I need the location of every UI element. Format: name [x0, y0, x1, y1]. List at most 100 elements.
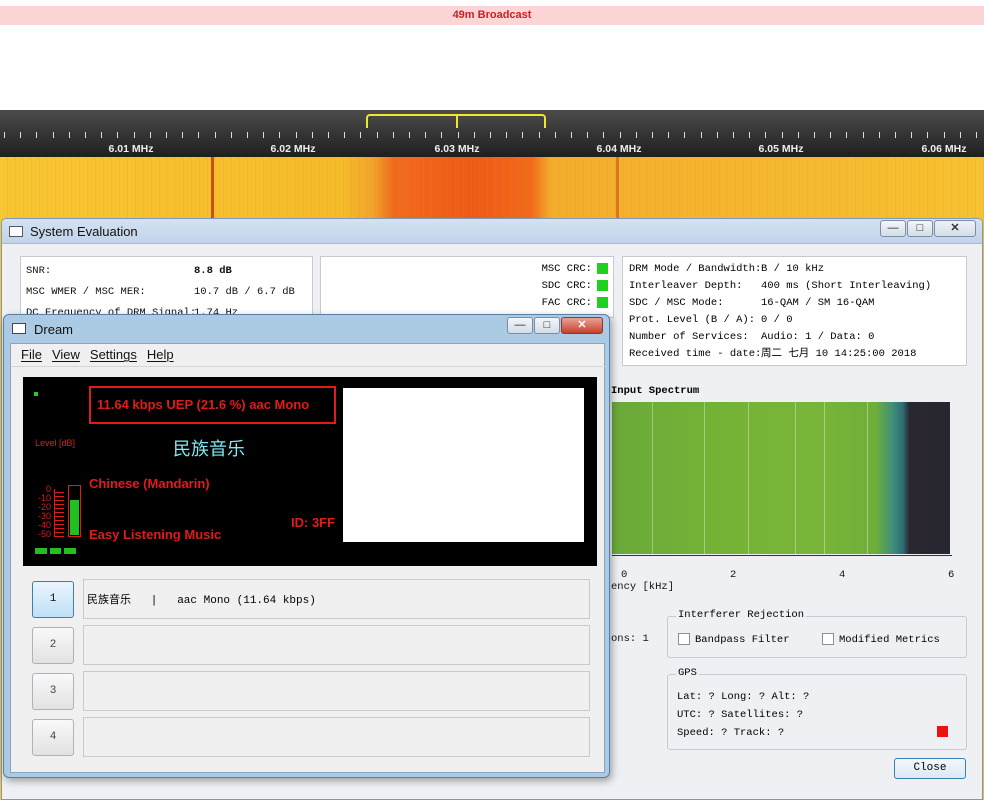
info-value: Audio: 1 / Data: 0: [761, 331, 875, 343]
tune-marker[interactable]: [456, 114, 458, 128]
interferer-group: Interferer Rejection Bandpass Filter Mod…: [667, 609, 967, 658]
ruler-tick: [960, 132, 961, 138]
menu-view[interactable]: View: [49, 344, 87, 366]
menu-file[interactable]: File: [18, 344, 49, 366]
frequency-ruler[interactable]: 6.01 MHz 6.02 MHz 6.03 MHz 6.04 MHz 6.05…: [0, 110, 984, 157]
service-id-label: ID: 3FF: [291, 515, 336, 530]
ruler-tick: [684, 132, 685, 138]
services-fragment: ons: 1: [611, 633, 649, 645]
band-label: 49m Broadcast: [0, 6, 984, 25]
spectrum-xlabel: ency [kHz]: [611, 581, 675, 593]
close-window-button[interactable]: ✕: [934, 220, 976, 237]
ruler-tick: [474, 132, 475, 138]
ruler-tick: [53, 132, 54, 138]
level-meter: [68, 485, 81, 537]
ruler-tick: [506, 132, 507, 138]
service-button-3[interactable]: 3: [32, 673, 74, 710]
ruler-tick: [198, 132, 199, 138]
gps-status-led: [937, 726, 948, 737]
freq-label-3: 6.03 MHz: [434, 143, 480, 155]
maximize-button[interactable]: □: [534, 317, 560, 334]
close-window-button[interactable]: ✕: [561, 317, 603, 334]
interferer-title: Interferer Rejection: [676, 609, 807, 621]
msc-crc-led: [597, 262, 608, 274]
minimize-button[interactable]: —: [507, 317, 533, 334]
service-label-1: 民族音乐 | aac Mono (11.64 kbps): [87, 595, 316, 607]
spectrum-tick: 2: [730, 569, 737, 581]
ruler-tick: [571, 132, 572, 138]
bandpass-filter-checkbox[interactable]: Bandpass Filter: [678, 633, 790, 646]
spectrum-tick: 0: [621, 569, 628, 581]
info-label: Interleaver Depth:: [629, 280, 743, 292]
ruler-tick: [636, 132, 637, 138]
ruler-tick: [830, 132, 831, 138]
input-spectrum-plot: [612, 402, 950, 554]
sdc-crc-led: [597, 279, 608, 291]
service-info-1: 民族音乐 | aac Mono (11.64 kbps): [83, 579, 590, 619]
service-info-3: [83, 671, 590, 711]
window-icon: [12, 323, 26, 334]
ruler-tick: [393, 132, 394, 138]
ruler-tick: [344, 132, 345, 138]
ruler-tick: [263, 132, 264, 138]
slideshow-image: [343, 388, 584, 542]
info-value: B / 10 kHz: [761, 263, 825, 275]
fac-crc-led: [597, 296, 608, 308]
info-label: SDC / MSC Mode:: [629, 297, 724, 309]
info-label: Received time - date:: [629, 348, 762, 360]
syseval-title: System Evaluation: [30, 224, 138, 239]
spectrum-x-axis: [612, 555, 952, 556]
ruler-tick: [846, 132, 847, 138]
snr-label: SNR:: [26, 265, 52, 277]
ruler-tick: [377, 132, 378, 138]
ruler-tick: [231, 132, 232, 138]
menu-help[interactable]: Help: [144, 344, 181, 366]
menu-settings[interactable]: Settings: [87, 344, 144, 366]
info-value: 400 ms (Short Interleaving): [761, 280, 932, 292]
info-value: 周二 七月 10 14:25:00 2018: [761, 348, 917, 360]
mer-label: MSC WMER / MSC MER:: [26, 286, 146, 298]
level-ticks: [54, 489, 64, 537]
syseval-titlebar[interactable]: System Evaluation — □ ✕: [2, 219, 982, 244]
freq-label-4: 6.04 MHz: [596, 143, 642, 155]
ruler-tick: [717, 132, 718, 138]
ruler-tick: [134, 132, 135, 138]
dream-title: Dream: [34, 322, 74, 337]
ruler-tick: [522, 132, 523, 138]
ruler-tick: [863, 132, 864, 138]
ruler-tick: [69, 132, 70, 138]
sync-led: [34, 392, 38, 396]
ruler-tick: [911, 132, 912, 138]
ruler-tick: [4, 132, 5, 138]
ruler-tick: [652, 132, 653, 138]
ruler-tick: [620, 132, 621, 138]
gps-line: Speed: ? Track: ?: [677, 727, 785, 739]
modified-metrics-checkbox[interactable]: Modified Metrics: [822, 633, 940, 646]
service-button-2[interactable]: 2: [32, 627, 74, 664]
service-button-1[interactable]: 1: [32, 581, 74, 618]
mer-value: 10.7 dB / 6.7 dB: [194, 286, 295, 298]
freq-label-1: 6.01 MHz: [108, 143, 154, 155]
gps-group: GPS Lat: ? Long: ? Alt: ? UTC: ? Satelli…: [667, 667, 967, 750]
bandpass-filter-label: Bandpass Filter: [695, 633, 790, 646]
close-button[interactable]: Close: [894, 758, 966, 779]
minimize-button[interactable]: —: [880, 220, 906, 237]
ruler-tick: [458, 132, 459, 138]
msc-crc-label: MSC CRC:: [541, 263, 592, 275]
dream-titlebar[interactable]: Dream — □ ✕: [4, 315, 609, 342]
ruler-tick: [782, 132, 783, 138]
ruler-tick: [441, 132, 442, 138]
level-scale: 0 -10 -20 -30 -40 -50: [37, 484, 51, 539]
crc-panel: MSC CRC: SDC CRC: FAC CRC:: [320, 256, 614, 318]
ruler-tick: [279, 132, 280, 138]
ruler-tick: [328, 132, 329, 138]
ruler-tick: [733, 132, 734, 138]
ruler-tick: [296, 132, 297, 138]
maximize-button[interactable]: □: [907, 220, 933, 237]
freq-label-5: 6.05 MHz: [758, 143, 804, 155]
spectrum-title: Input Spectrum: [611, 385, 700, 397]
ruler-tick: [312, 132, 313, 138]
ruler-tick: [927, 132, 928, 138]
freq-label-6: 6.06 MHz: [921, 143, 967, 155]
service-button-4[interactable]: 4: [32, 719, 74, 756]
